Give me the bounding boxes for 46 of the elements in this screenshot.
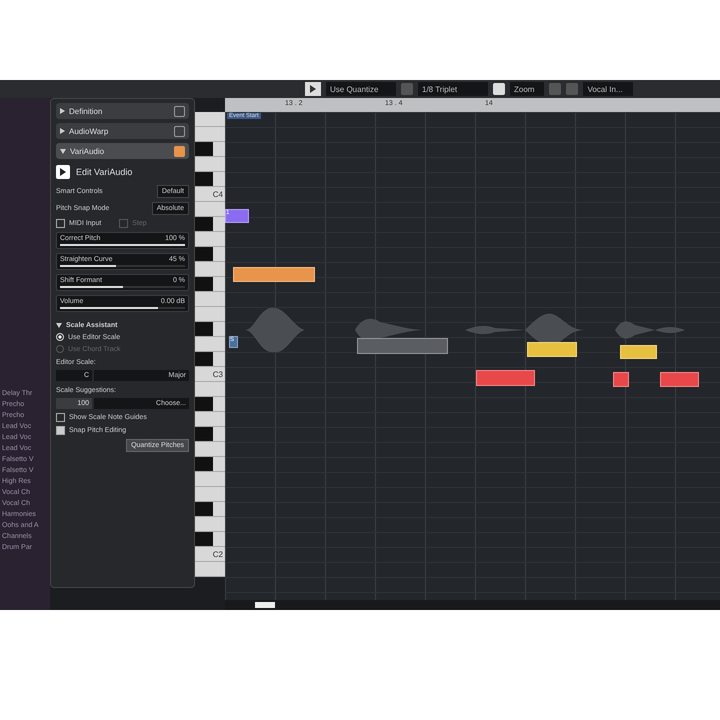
note-block[interactable] xyxy=(660,372,699,387)
piano-key[interactable] xyxy=(195,427,225,442)
piano-key[interactable] xyxy=(195,457,225,472)
piano-key[interactable]: C2 xyxy=(195,547,225,562)
quantize-mode-dropdown[interactable]: Use Quantize xyxy=(326,82,396,96)
power-icon[interactable] xyxy=(174,106,185,116)
note-block[interactable] xyxy=(620,345,657,359)
piano-key[interactable] xyxy=(195,277,225,292)
piano-key[interactable] xyxy=(195,322,225,337)
piano-key[interactable] xyxy=(195,352,225,367)
note-label: C3 xyxy=(212,370,224,378)
section-header[interactable]: AudioWarp xyxy=(56,123,189,139)
piano-key[interactable] xyxy=(195,217,225,232)
edit-variaudio-label: Edit VariAudio xyxy=(76,167,132,177)
note-block[interactable] xyxy=(476,370,535,386)
piano-key[interactable] xyxy=(195,247,225,262)
quantize-value-dropdown[interactable]: 1/8 Triplet xyxy=(418,82,488,96)
piano-key[interactable] xyxy=(195,532,225,547)
piano-key[interactable] xyxy=(195,397,225,412)
piano-key[interactable] xyxy=(195,502,225,517)
note-block[interactable] xyxy=(357,338,448,354)
power-icon[interactable] xyxy=(174,146,185,156)
triangle-down-icon[interactable] xyxy=(56,323,62,328)
note-block[interactable] xyxy=(233,267,315,282)
piano-key[interactable]: C3 xyxy=(195,367,225,382)
note-label: C2 xyxy=(212,550,224,558)
section-title: Definition xyxy=(69,106,104,116)
section-title: VariAudio xyxy=(70,146,106,156)
power-icon[interactable] xyxy=(174,126,185,136)
checkbox[interactable] xyxy=(56,426,65,435)
piano-key[interactable] xyxy=(195,172,225,187)
track-dropdown[interactable]: Vocal In... xyxy=(583,82,633,96)
note-block[interactable] xyxy=(527,342,577,357)
note-label: C4 xyxy=(212,190,224,198)
note-block[interactable] xyxy=(613,372,629,387)
scrollbar-thumb[interactable] xyxy=(255,602,275,608)
checkbox[interactable] xyxy=(56,413,65,422)
tool-icon[interactable] xyxy=(305,82,321,96)
pointer-tool-icon[interactable] xyxy=(56,165,70,179)
section-title: AudioWarp xyxy=(69,126,110,136)
checkbox[interactable] xyxy=(56,219,65,228)
section-header[interactable]: Definition xyxy=(56,103,189,119)
piano-key[interactable] xyxy=(195,142,225,157)
section-header[interactable]: VariAudio xyxy=(56,143,189,159)
piano-key[interactable]: C4 xyxy=(195,187,225,202)
zoom-dropdown[interactable]: Zoom xyxy=(510,82,544,96)
